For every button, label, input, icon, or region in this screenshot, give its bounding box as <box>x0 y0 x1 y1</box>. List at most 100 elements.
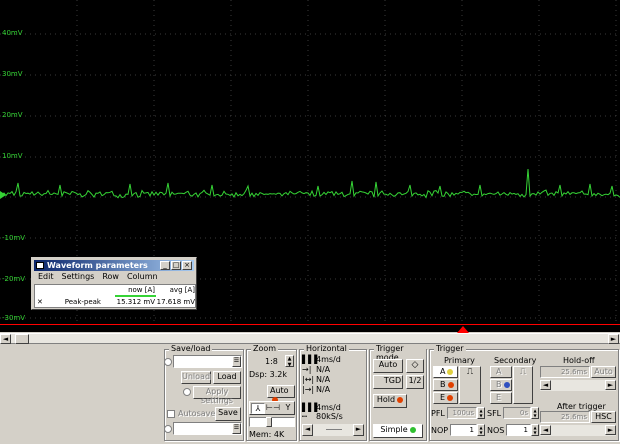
timebase-right-button[interactable]: ► <box>353 424 364 436</box>
hold-button[interactable]: Hold <box>373 394 407 408</box>
holdoff-field[interactable]: 25.6ms <box>540 366 590 378</box>
hsc-button[interactable]: HSC <box>591 411 616 423</box>
range-value: N/A <box>316 375 331 384</box>
y-label-20: 20mV <box>2 111 23 119</box>
oscilloscope-display[interactable]: 40mV 30mV 20mV 10mV -10mV -20mV -30mV Wa… <box>0 0 620 324</box>
nos-spin-icon[interactable]: ▲ ▼ <box>531 424 539 436</box>
holdoff-auto-button[interactable]: Auto <box>591 366 616 378</box>
nop-field[interactable]: 1 <box>450 424 477 436</box>
sfl-spin-icon[interactable]: ▲ ▼ <box>531 407 539 419</box>
pfl-field[interactable]: 100us <box>447 407 477 419</box>
secondary-channel-e[interactable]: E <box>490 392 512 404</box>
sfl-field[interactable]: 0s <box>503 407 531 419</box>
save-button[interactable]: Save <box>215 407 241 421</box>
holdoff-slider[interactable]: ◄ ► <box>540 380 616 391</box>
menu-edit[interactable]: Edit <box>38 272 54 281</box>
slot2-list-icon[interactable]: ☰ <box>232 423 241 434</box>
primary-channel-b[interactable]: B <box>433 379 458 391</box>
y-label-neg10: -10mV <box>2 234 26 242</box>
trigger-position-marker[interactable] <box>457 326 469 333</box>
apply-settings-button[interactable]: Apply settings <box>193 386 241 405</box>
maximize-button[interactable]: □ <box>171 261 181 270</box>
zoom-ratio: 1:8 <box>265 357 278 366</box>
after-trigger-right-button[interactable]: ► <box>605 425 616 435</box>
memory-slider-thumb[interactable] <box>266 417 272 427</box>
timebase-track-line <box>326 429 342 430</box>
trigger-auto-button[interactable]: Auto <box>373 359 403 373</box>
menu-settings[interactable]: Settings <box>62 272 95 281</box>
slot1-radio[interactable] <box>164 358 172 366</box>
waveform-parameters-window[interactable]: Waveform parameters _ □ × Edit Settings Ro… <box>31 257 197 310</box>
y-label-10: 10mV <box>2 152 23 160</box>
minimize-button[interactable]: _ <box>160 261 170 270</box>
slot1-list-icon[interactable]: ☰ <box>232 356 241 367</box>
window-menubar: Edit Settings Row Column <box>34 272 162 283</box>
time-per-div-value: 4ms/d <box>316 403 341 412</box>
menu-column[interactable]: Column <box>127 272 158 281</box>
secondary-edge-icon[interactable]: ⎍ <box>513 366 533 404</box>
unload-button[interactable]: Unload <box>181 371 211 384</box>
menu-row[interactable]: Row <box>102 272 119 281</box>
secondary-label: Secondary <box>494 356 537 365</box>
y-label-neg20: -20mV <box>2 275 26 283</box>
scroll-left-button[interactable]: ◄ <box>0 334 11 344</box>
horizontal-title: Horizontal <box>304 344 349 353</box>
after-trigger-field[interactable]: 25.6ms <box>540 411 590 423</box>
y-label-40: 40mV <box>2 29 23 37</box>
secondary-channel-b[interactable]: B <box>490 379 512 391</box>
sample-rate-value: 80kS/s <box>316 412 343 421</box>
param-name: Peak-peak <box>64 298 101 306</box>
timebase-track[interactable] <box>313 424 353 436</box>
window-title: Waveform parameters <box>47 261 148 270</box>
timebase-scrollbar[interactable]: ◄ ► <box>302 424 364 436</box>
zoom-range-icon[interactable]: ⊢⊣ <box>266 403 280 414</box>
zoom-out-icon[interactable]: Y <box>281 403 295 414</box>
apply-settings-radio[interactable] <box>183 388 191 396</box>
load-button[interactable]: Load <box>213 371 241 384</box>
primary-channel-e[interactable]: E <box>433 392 458 404</box>
holdoff-right-button[interactable]: ► <box>605 380 616 390</box>
nop-spin-icon[interactable]: ▲ ▼ <box>477 424 485 436</box>
channel-marker-icon[interactable] <box>0 191 6 199</box>
after-trigger-slider[interactable]: ◄ ► <box>540 425 616 436</box>
trigger-half-button[interactable]: 1/2 <box>406 375 424 389</box>
horizontal-scrollbar[interactable]: ◄ ► <box>0 333 620 344</box>
nos-field[interactable]: 1 <box>506 424 531 436</box>
col-header-now[interactable]: now [A] <box>115 286 155 294</box>
timebase-left-button[interactable]: ◄ <box>302 424 313 436</box>
simple-button[interactable]: Simple <box>373 424 423 438</box>
waveform-trace <box>0 168 620 199</box>
holdoff-left-button[interactable]: ◄ <box>540 380 551 390</box>
window-titlebar[interactable]: Waveform parameters _ □ × <box>34 260 194 271</box>
pretrigger-icon: →| <box>302 365 312 374</box>
primary-label: Primary <box>444 356 475 365</box>
pfl-label: PFL <box>431 409 445 418</box>
zoom-in-cursor-icon[interactable]: ⅄ <box>251 403 265 414</box>
y-label-neg30: -30mV <box>2 314 26 322</box>
scroll-thumb[interactable] <box>15 334 29 344</box>
trigger-single-icon[interactable]: ◇ <box>406 359 424 373</box>
autosave-checkbox[interactable] <box>167 410 175 418</box>
tgd-button[interactable]: TGD <box>373 375 403 389</box>
autosave-label: Autosave <box>178 409 216 418</box>
primary-edge-icon[interactable]: ⎍ <box>459 366 481 404</box>
horizontal-group: Horizontal ▌▌▌ 4ms/d →| N/A |↔| N/A |→| … <box>299 344 367 441</box>
scroll-right-button[interactable]: ► <box>608 334 619 344</box>
span-value: N/A <box>316 385 331 394</box>
nos-label: NOS <box>487 426 505 435</box>
after-trigger-left-button[interactable]: ◄ <box>540 425 551 435</box>
close-button[interactable]: × <box>182 261 192 270</box>
secondary-channel-a[interactable]: A <box>490 366 512 378</box>
timebase-value: 4ms/d <box>316 355 341 364</box>
memory-slider[interactable] <box>249 417 295 427</box>
remove-row-icon[interactable]: ✕ <box>37 298 45 306</box>
primary-channel-a[interactable]: A <box>433 366 458 378</box>
now-indicator <box>115 295 156 297</box>
zoom-auto-button[interactable]: Auto <box>267 385 295 403</box>
slot2-radio[interactable] <box>164 425 172 433</box>
zoom-spin-icon[interactable]: ▲ ▼ <box>285 355 294 368</box>
trigger-position-bar <box>0 324 620 332</box>
memory-size: Mem: 4K <box>249 430 285 439</box>
col-header-avg[interactable]: avg [A] <box>157 286 195 294</box>
pfl-spin-icon[interactable]: ▲ ▼ <box>477 407 485 419</box>
